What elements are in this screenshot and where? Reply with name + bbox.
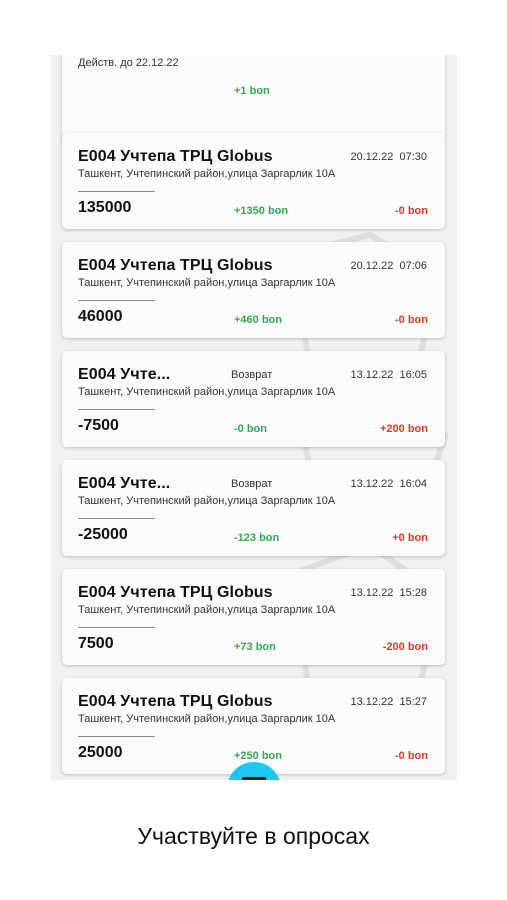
bonus-spent: -0 bon [395, 205, 428, 217]
transaction-date: 20.12.22 [350, 260, 394, 272]
bonus-earned: -0 bon [234, 423, 267, 435]
transaction-date: 13.12.22 [350, 478, 394, 490]
transaction-time: 16:04 [399, 478, 427, 490]
store-address: Ташкент, Учтепинский район,улица Заргарл… [78, 386, 336, 398]
divider [78, 736, 155, 737]
bonus-earned: +460 bon [234, 314, 282, 326]
store-address: Ташкент, Учтепинский район,улица Заргарл… [78, 713, 336, 725]
store-name: E004 Учте... [78, 366, 171, 383]
transaction-time: 15:28 [399, 587, 427, 599]
divider [78, 518, 155, 519]
transaction-datetime: 20.12.22 07:30 [351, 151, 427, 163]
transaction-card[interactable]: E004 Учтепа ТРЦ Globus 13.12.22 15:28 Та… [62, 569, 445, 665]
bonus-spent: -0 bon [395, 314, 428, 326]
transaction-datetime: 13.12.22 16:04 [351, 478, 427, 490]
bonus-earned: +73 bon [234, 641, 276, 653]
transaction-datetime: 13.12.22 16:05 [351, 369, 427, 381]
transaction-amount: 46000 [78, 308, 123, 325]
store-address: Ташкент, Учтепинский район,улица Заргарл… [78, 277, 336, 289]
transaction-card[interactable]: Действ. до 22.12.22 +1 bon [62, 55, 445, 141]
transaction-amount: 7500 [78, 635, 114, 652]
transaction-time: 16:05 [399, 369, 427, 381]
divider [78, 191, 155, 192]
divider [78, 300, 155, 301]
transaction-date: 20.12.22 [350, 151, 394, 163]
transaction-card[interactable]: E004 Учтепа ТРЦ Globus 13.12.22 15:27 Та… [62, 678, 445, 774]
transaction-card[interactable]: E004 Учте... Возврат 13.12.22 16:04 Ташк… [62, 460, 445, 556]
divider [78, 627, 155, 628]
transaction-amount: -25000 [78, 526, 128, 543]
store-name: E004 Учтепа ТРЦ Globus [78, 584, 273, 601]
refund-label: Возврат [231, 478, 273, 490]
store-name: E004 Учтепа ТРЦ Globus [78, 257, 273, 274]
transaction-time: 15:27 [399, 696, 427, 708]
transaction-amount: -7500 [78, 417, 119, 434]
bonus-spent: -200 bon [382, 641, 428, 653]
transaction-card[interactable]: E004 Учтепа ТРЦ Globus 20.12.22 07:06 Та… [62, 242, 445, 338]
bonus-earned: +1 bon [234, 85, 270, 97]
store-name: E004 Учтепа ТРЦ Globus [78, 693, 273, 710]
transaction-card[interactable]: E004 Учтепа ТРЦ Globus 20.12.22 07:30 Та… [62, 133, 445, 229]
store-address: Ташкент, Учтепинский район,улица Заргарл… [78, 604, 336, 616]
bonus-spent: +0 bon [392, 532, 428, 544]
transaction-amount: 135000 [78, 199, 132, 216]
store-address: Ташкент, Учтепинский район,улица Заргарл… [78, 168, 336, 180]
store-address: Ташкент, Учтепинский район,улица Заргарл… [78, 495, 336, 507]
transaction-amount: 25000 [78, 744, 123, 761]
transactions-screen: Действ. до 22.12.22 +1 bon E004 Учтепа Т… [50, 55, 457, 780]
store-name: E004 Учте... [78, 475, 171, 492]
bonus-earned: +1350 bon [234, 205, 289, 217]
transaction-datetime: 13.12.22 15:28 [351, 587, 427, 599]
promo-caption: Участвуйте в опросах [137, 823, 370, 849]
transaction-datetime: 20.12.22 07:06 [351, 260, 427, 272]
valid-until-text: Действ. до 22.12.22 [78, 57, 179, 69]
bonus-earned: -123 bon [234, 532, 280, 544]
divider [78, 409, 155, 410]
transaction-card[interactable]: E004 Учте... Возврат 13.12.22 16:05 Ташк… [62, 351, 445, 447]
bonus-spent: -0 bon [395, 750, 428, 762]
menu-icon [242, 777, 266, 780]
store-name: E004 Учтепа ТРЦ Globus [78, 148, 273, 165]
transaction-datetime: 13.12.22 15:27 [351, 696, 427, 708]
transaction-date: 13.12.22 [350, 696, 394, 708]
transaction-date: 13.12.22 [350, 587, 394, 599]
transaction-time: 07:06 [399, 260, 427, 272]
bonus-earned: +250 bon [234, 750, 282, 762]
transaction-time: 07:30 [399, 151, 427, 163]
transaction-date: 13.12.22 [350, 369, 394, 381]
bonus-spent: +200 bon [380, 423, 428, 435]
refund-label: Возврат [231, 369, 273, 381]
